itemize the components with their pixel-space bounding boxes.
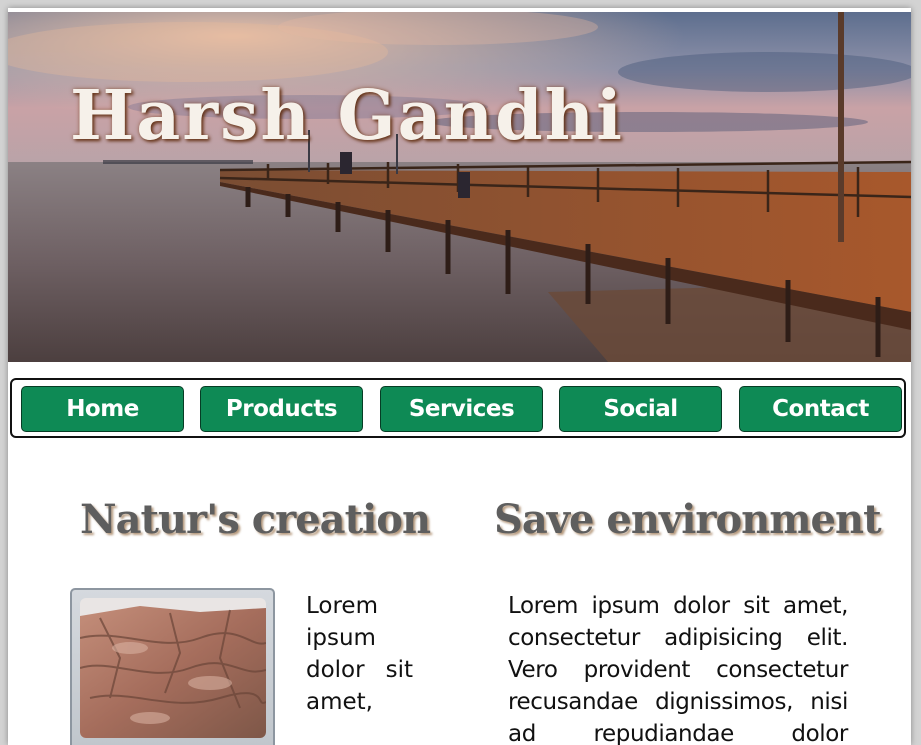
text-line: Lorem ipsum dolor sit amet, xyxy=(508,593,848,619)
nav-services-button[interactable]: Services xyxy=(380,386,543,432)
text-line: ipsum xyxy=(306,625,376,651)
nav-social-button[interactable]: Social xyxy=(559,386,722,432)
text-line: recusandae dignissimos, nisi xyxy=(508,689,848,715)
nav-home-button[interactable]: Home xyxy=(21,386,184,432)
section-text-natures-creation: Lorem ipsum dolor sit amet, xyxy=(306,590,413,718)
header-banner: Harsh Gandhi xyxy=(8,12,911,362)
nav-contact-button[interactable]: Contact xyxy=(739,386,902,432)
text-line: ad repudiandae dolor xyxy=(508,721,848,745)
rock-formation-image xyxy=(80,598,266,738)
page-container: Harsh Gandhi Home Products Services Soci… xyxy=(8,8,911,745)
text-line: consectetur adipisicing elit. xyxy=(508,625,848,651)
text-line: amet, xyxy=(306,689,373,715)
pier-banner-image xyxy=(8,12,911,362)
browser-viewport: Harsh Gandhi Home Products Services Soci… xyxy=(0,0,921,745)
section-heading-save-environment: Save environment xyxy=(494,496,882,543)
text-line: dolor sit xyxy=(306,657,413,683)
section-text-save-environment: Lorem ipsum dolor sit amet, consectetur … xyxy=(508,590,848,745)
nav-products-button[interactable]: Products xyxy=(200,386,363,432)
site-title: Harsh Gandhi xyxy=(70,76,624,156)
section-heading-natures-creation: Natur's creation xyxy=(80,496,431,543)
image-frame xyxy=(70,588,275,745)
text-line: Lorem xyxy=(306,593,378,619)
main-navigation: Home Products Services Social Contact xyxy=(10,378,906,438)
text-line: Vero provident consectetur xyxy=(508,657,848,683)
